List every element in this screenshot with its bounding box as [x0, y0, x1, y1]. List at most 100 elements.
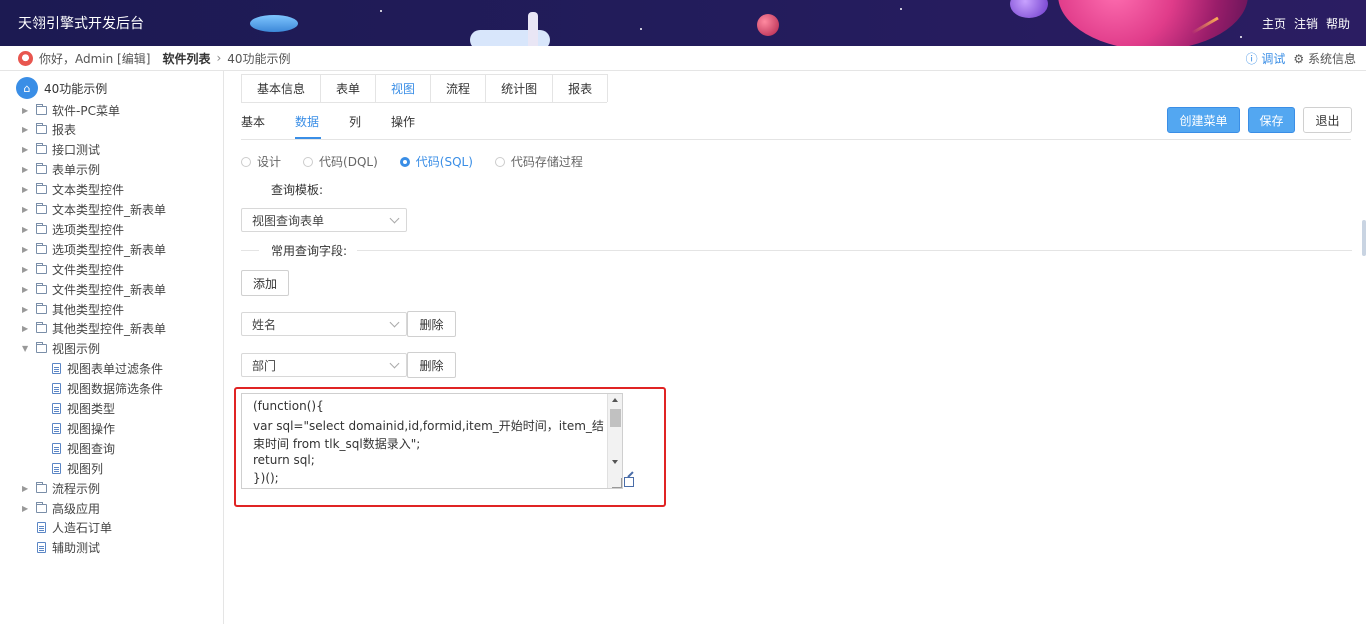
subtab-columns[interactable]: 列 [349, 113, 361, 130]
caret-right-icon[interactable]: ▶ [22, 285, 32, 294]
scroll-up-icon[interactable] [612, 398, 618, 402]
caret-right-icon[interactable]: ▶ [22, 324, 32, 333]
resize-handle-icon[interactable] [612, 478, 622, 488]
tree-item[interactable]: ▶ 文件类型控件 [22, 260, 124, 278]
tab-report[interactable]: 报表 [552, 74, 609, 102]
tab-flow[interactable]: 流程 [430, 74, 487, 102]
caret-right-icon[interactable]: ▶ [22, 265, 32, 274]
radio-sql[interactable] [399, 156, 410, 167]
create-menu-button[interactable]: 创建菜单 [1167, 107, 1240, 133]
tree-item[interactable]: ▶ 流程示例 [22, 479, 100, 497]
caret-right-icon[interactable]: ▶ [22, 484, 32, 493]
section-divider-right [357, 250, 1352, 251]
caret-right-icon[interactable]: ▶ [22, 305, 32, 314]
field-select-value: 部门 [252, 358, 277, 373]
caret-right-icon[interactable]: ▶ [22, 125, 32, 134]
caret-right-icon[interactable]: ▶ [22, 504, 32, 513]
tree-item[interactable]: ▶ 表单示例 [22, 161, 100, 179]
sub-tabs: 基本 数据 列 操作 [241, 113, 415, 130]
delete-field-button[interactable]: 删除 [407, 311, 456, 337]
page-scrollbar[interactable] [1362, 220, 1366, 256]
tree-item[interactable]: ▶ 其他类型控件 [22, 300, 124, 318]
home-link[interactable]: 主页 [1262, 15, 1286, 32]
query-template-select[interactable]: 视图查询表单 [241, 208, 407, 232]
tree-item[interactable]: 视图查询 [52, 439, 115, 457]
software-list-link[interactable]: 软件列表 [162, 50, 210, 67]
scroll-thumb[interactable] [610, 409, 621, 427]
tree-item[interactable]: ▶ 其他类型控件_新表单 [22, 320, 166, 338]
tree-item[interactable]: ▼ 视图示例 [22, 340, 100, 358]
tree-item-label: 文本类型控件_新表单 [52, 203, 167, 217]
file-icon [52, 403, 61, 414]
exit-button[interactable]: 退出 [1303, 107, 1352, 133]
radio-label-sql: 代码(SQL) [415, 155, 473, 169]
folder-icon [36, 481, 47, 493]
caret-right-icon[interactable]: ▶ [22, 245, 32, 254]
cloud-decoration [470, 30, 550, 46]
save-button[interactable]: 保存 [1248, 107, 1295, 133]
system-info-link[interactable]: ⚙ 系统信息 [1293, 50, 1356, 67]
subtab-operations[interactable]: 操作 [391, 113, 415, 130]
subtabs-divider [241, 139, 1351, 140]
tree-item[interactable]: ▶ 选项类型控件_新表单 [22, 240, 166, 258]
edit-icon[interactable] [624, 477, 634, 487]
radio-dql[interactable] [303, 156, 314, 167]
tree-item[interactable]: ▶ 文本类型控件 [22, 181, 124, 199]
delete-field-button[interactable]: 删除 [407, 352, 456, 378]
tree-item[interactable]: ▶ 选项类型控件 [22, 220, 124, 238]
tree-item[interactable]: ▶ 报表 [22, 121, 76, 139]
tree-item-label: 视图数据筛选条件 [67, 382, 164, 397]
tree-item[interactable]: ▶ 软件-PC菜单 [22, 101, 120, 119]
tree-item[interactable]: 视图数据筛选条件 [52, 380, 163, 398]
tree-item[interactable]: 视图列 [52, 459, 103, 477]
tree-item[interactable]: ▶ 高级应用 [22, 499, 100, 517]
code-scrollbar[interactable] [607, 394, 622, 488]
tree-item[interactable]: 辅助测试 [37, 539, 100, 557]
caret-right-icon[interactable]: ▶ [22, 165, 32, 174]
code-line: var sql="select domainid,id,formid,item_… [253, 419, 604, 433]
caret-right-icon[interactable]: ▶ [22, 205, 32, 214]
tab-form[interactable]: 表单 [320, 74, 377, 102]
tree-item[interactable]: 人造石订单 [37, 519, 112, 537]
folder-icon [36, 183, 47, 195]
tree-item[interactable]: 视图表单过滤条件 [52, 360, 163, 378]
tree-item-label: 其他类型控件_新表单 [52, 322, 167, 337]
tree-item[interactable]: 视图类型 [52, 400, 115, 418]
folder-icon [36, 103, 47, 115]
tab-chart[interactable]: 统计图 [485, 74, 554, 102]
radio-label-dql: 代码(DQL) [319, 155, 378, 169]
caret-right-icon[interactable]: ▶ [22, 106, 32, 115]
tree-item[interactable]: ▶ 接口测试 [22, 141, 100, 159]
file-icon [52, 363, 61, 375]
sql-code-editor[interactable]: (function(){ var sql="select domainid,id… [241, 393, 623, 489]
caret-right-icon[interactable]: ▶ [22, 225, 32, 234]
folder-icon [36, 242, 47, 254]
help-link[interactable]: 帮助 [1326, 15, 1350, 32]
radio-design[interactable] [241, 156, 251, 167]
section-divider-left [241, 250, 259, 251]
tree-item[interactable]: 视图操作 [52, 419, 115, 437]
caret-right-icon[interactable]: ▶ [22, 185, 32, 194]
scroll-down-icon[interactable] [612, 460, 618, 464]
folder-icon [36, 342, 47, 354]
field-select-2[interactable]: 部门 [241, 353, 407, 377]
field-select-1[interactable]: 姓名 [241, 312, 407, 336]
chevron-down-icon [389, 213, 400, 224]
chevron-down-icon [389, 317, 400, 328]
tree-item[interactable]: ▶ 文本类型控件_新表单 [22, 201, 166, 219]
tree-root[interactable]: ⌂ 40功能示例 [16, 77, 107, 99]
tab-view[interactable]: 视图 [375, 74, 432, 102]
subtab-basic[interactable]: 基本 [241, 113, 265, 130]
file-icon [52, 442, 61, 454]
top-links: 主页 注销 帮助 [1262, 15, 1350, 32]
subtab-data[interactable]: 数据 [295, 113, 319, 130]
logout-link[interactable]: 注销 [1294, 15, 1318, 32]
tree-item[interactable]: ▶ 文件类型控件_新表单 [22, 280, 166, 298]
caret-down-icon[interactable]: ▼ [22, 344, 32, 353]
radio-stored-procedure[interactable] [494, 156, 505, 167]
caret-right-icon[interactable]: ▶ [22, 145, 32, 154]
add-field-button[interactable]: 添加 [241, 270, 289, 296]
debug-link[interactable]: ⓘ 调试 [1246, 50, 1286, 67]
tab-basic-info[interactable]: 基本信息 [241, 74, 322, 102]
greeting-text[interactable]: 你好，Admin [编辑] [39, 50, 150, 67]
